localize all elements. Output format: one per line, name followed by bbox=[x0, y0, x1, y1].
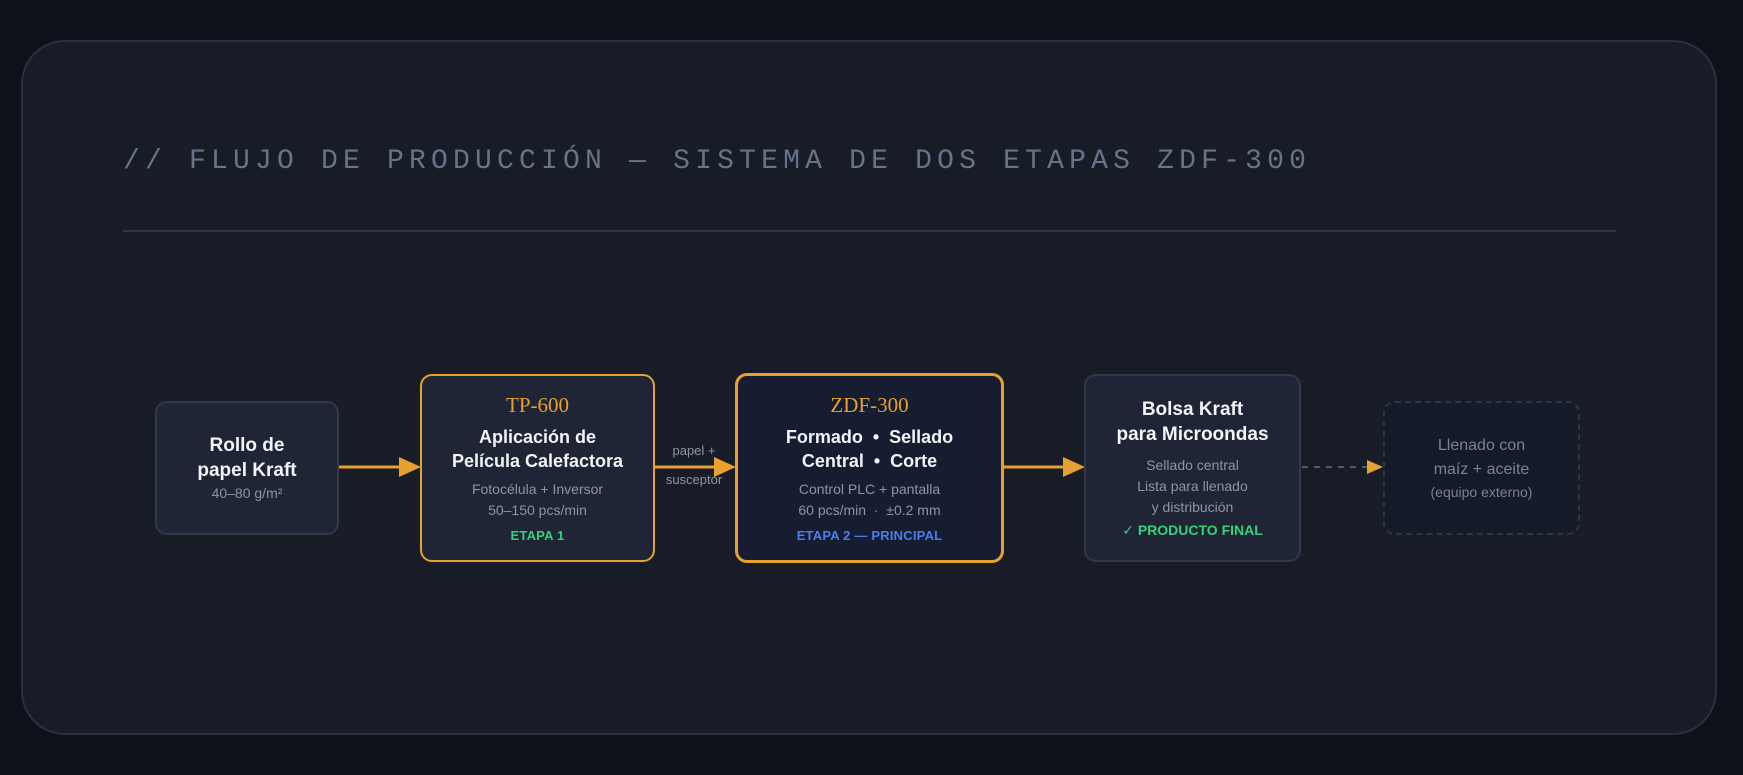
node-kraft-bag: Bolsa Kraft para Microondas Sellado cent… bbox=[1084, 374, 1301, 562]
node-kraft-roll: Rollo de papel Kraft 40–80 g/m² bbox=[155, 401, 339, 535]
zdf300-name-line2: Central • Corte bbox=[801, 450, 938, 471]
arrow-bag-to-fill-dashed bbox=[1302, 460, 1383, 474]
zdf300-detail-line2: 60 pcs/min · ±0.2 mm bbox=[798, 501, 941, 518]
zdf300-stage-badge: ETAPA 2 — PRINCIPAL bbox=[796, 527, 943, 543]
bag-detail-line3: y distribución bbox=[1151, 499, 1234, 515]
zdf300-code: ZDF-300 bbox=[830, 393, 909, 418]
kraft-roll-name-line2: papel Kraft bbox=[197, 459, 297, 481]
node-zdf300: ZDF-300 Formado • Sellado Central • Cort… bbox=[735, 373, 1004, 563]
bag-detail-line1: Sellado central bbox=[1146, 457, 1239, 473]
node-external-filling: Llenado con maíz + aceite (equipo extern… bbox=[1383, 401, 1580, 535]
kraft-roll-spec: 40–80 g/m² bbox=[211, 484, 283, 501]
bag-name-line1: Bolsa Kraft bbox=[1141, 399, 1244, 420]
zdf300-detail-line1: Control PLC + pantalla bbox=[798, 480, 941, 497]
tp600-name-line1: Aplicación de bbox=[478, 426, 597, 447]
arrow-zdf300-to-bag bbox=[1004, 457, 1085, 477]
arrow-raw-to-tp600 bbox=[339, 457, 421, 477]
edge-label-line1: papel + bbox=[672, 443, 716, 458]
edge-label-paper-susceptor: papel + susceptor bbox=[654, 436, 734, 494]
filling-note: (equipo externo) bbox=[1430, 484, 1533, 500]
edge-label-line2: susceptor bbox=[665, 472, 723, 487]
tp600-stage-badge: ETAPA 1 bbox=[510, 527, 565, 543]
tp600-name-line2: Película Calefactora bbox=[451, 450, 624, 471]
tp600-detail-line1: Fotocélula + Inversor bbox=[471, 480, 604, 497]
tp600-detail-line2: 50–150 pcs/min bbox=[488, 501, 587, 518]
filling-line1: Llenado con bbox=[1437, 437, 1526, 454]
filling-line2: maíz + aceite bbox=[1433, 461, 1530, 478]
bag-detail-line2: Lista para llenado bbox=[1137, 478, 1248, 494]
tp600-code: TP-600 bbox=[506, 393, 569, 418]
bag-name-line2: para Microondas bbox=[1116, 424, 1269, 445]
zdf300-name-line1: Formado • Sellado bbox=[785, 426, 954, 447]
node-tp600: TP-600 Aplicación de Película Calefactor… bbox=[420, 374, 655, 562]
final-product-badge: ✓ PRODUCTO FINAL bbox=[1122, 522, 1263, 538]
kraft-roll-name-line1: Rollo de bbox=[209, 434, 285, 456]
